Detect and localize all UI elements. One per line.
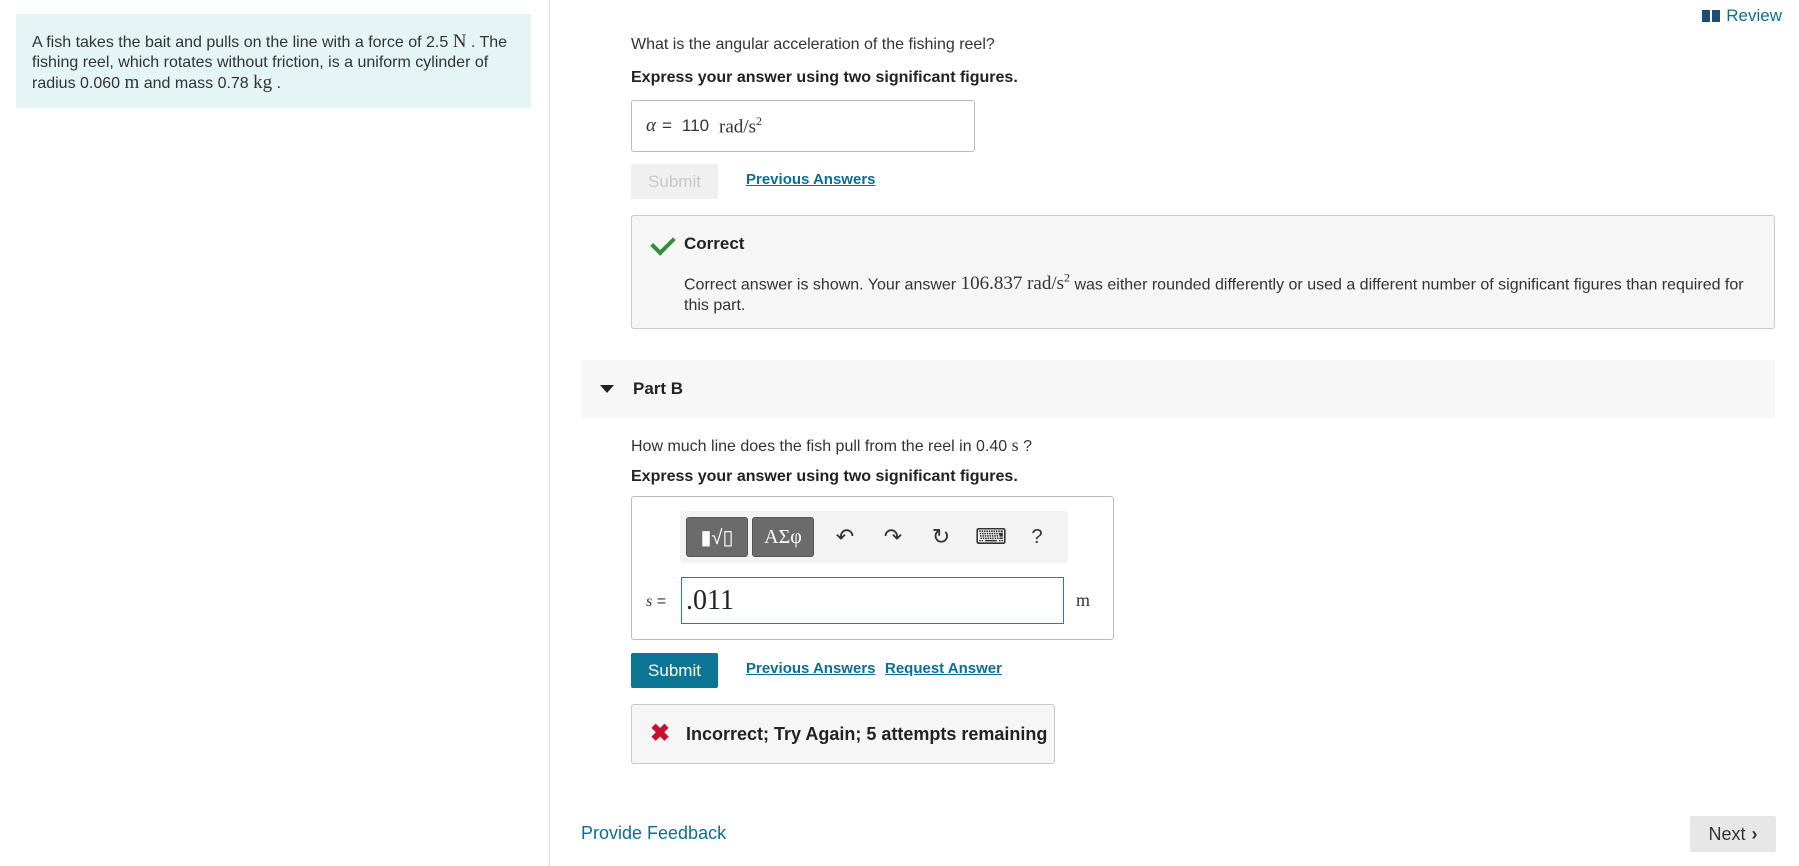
alpha-label: α bbox=[646, 115, 656, 136]
part-a-answer-box: α = 110 rad/s2 bbox=[631, 100, 975, 152]
part-a-previous-answers-link[interactable]: Previous Answers bbox=[746, 171, 876, 188]
feedback-message: Correct answer is shown. Your answer 106… bbox=[684, 271, 1744, 315]
problem-text-1: A fish takes the bait and pulls on the l… bbox=[32, 34, 449, 51]
chevron-right-icon: › bbox=[1751, 823, 1758, 844]
part-b-previous-answers-link[interactable]: Previous Answers bbox=[746, 660, 876, 677]
undo-icon[interactable]: ↶ bbox=[830, 521, 860, 553]
part-a-question: What is the angular acceleration of the … bbox=[631, 36, 995, 53]
templates-button[interactable]: ▮√▯ bbox=[686, 517, 748, 557]
provide-feedback-link[interactable]: Provide Feedback bbox=[581, 823, 726, 844]
request-answer-link[interactable]: Request Answer bbox=[885, 660, 1002, 677]
part-b-question: How much line does the fish pull from th… bbox=[631, 435, 1033, 455]
symbols-button[interactable]: ΑΣφ bbox=[752, 517, 814, 557]
checkmark-icon bbox=[650, 230, 676, 256]
unit-kilogram: kg bbox=[253, 72, 273, 93]
part-b-unit: m bbox=[1076, 590, 1091, 610]
unit-meter: m bbox=[124, 72, 140, 93]
part-b-answer-box: ▮√▯ ΑΣφ ↶ ↷ ↻ ⌨ ? s = .011 m bbox=[631, 496, 1114, 640]
review-link[interactable]: Review bbox=[1702, 6, 1782, 26]
part-a-answer-value: 110 bbox=[681, 116, 710, 135]
incorrect-message: Incorrect; Try Again; 5 attempts remaini… bbox=[686, 724, 1048, 744]
s-label: s = bbox=[646, 593, 667, 610]
unit-newton: N bbox=[452, 31, 467, 52]
part-b-answer-input[interactable]: .011 bbox=[681, 577, 1064, 624]
part-a-feedback-correct: Correct Correct answer is shown. Your an… bbox=[631, 215, 1775, 329]
keyboard-icon[interactable]: ⌨ bbox=[975, 521, 1007, 553]
next-label: Next bbox=[1708, 823, 1746, 844]
review-label: Review bbox=[1726, 6, 1782, 25]
book-icon bbox=[1702, 10, 1721, 22]
part-b-header[interactable]: Part B bbox=[581, 360, 1775, 418]
equals-sign: = bbox=[661, 116, 672, 135]
part-b-instruction: Express your answer using two significan… bbox=[631, 468, 1018, 485]
feedback-title: Correct bbox=[684, 234, 745, 253]
part-a-answer-unit: rad/s2 bbox=[719, 113, 762, 138]
x-icon: ✖ bbox=[650, 720, 671, 747]
problem-text-3: and mass 0.78 bbox=[143, 75, 249, 92]
redo-icon[interactable]: ↷ bbox=[878, 521, 908, 553]
next-button[interactable]: Next › bbox=[1690, 816, 1776, 852]
collapse-triangle-icon[interactable] bbox=[600, 385, 614, 393]
reset-icon[interactable]: ↻ bbox=[926, 521, 956, 553]
part-b-title: Part B bbox=[633, 379, 684, 398]
problem-text-4: . bbox=[276, 75, 282, 92]
part-b-feedback-incorrect: ✖ Incorrect; Try Again; 5 attempts remai… bbox=[631, 704, 1055, 764]
your-answer-value: 106.837 rad/s2 bbox=[960, 271, 1071, 295]
part-a-submit-button: Submit bbox=[631, 164, 718, 199]
part-b-submit-button[interactable]: Submit bbox=[631, 653, 718, 688]
math-toolbar: ▮√▯ ΑΣφ ↶ ↷ ↻ ⌨ ? bbox=[680, 511, 1068, 563]
problem-statement: A fish takes the bait and pulls on the l… bbox=[16, 14, 531, 108]
part-a-instruction: Express your answer using two significan… bbox=[631, 69, 1018, 86]
problem-column: A fish takes the bait and pulls on the l… bbox=[0, 0, 550, 866]
help-icon[interactable]: ? bbox=[1022, 521, 1052, 553]
